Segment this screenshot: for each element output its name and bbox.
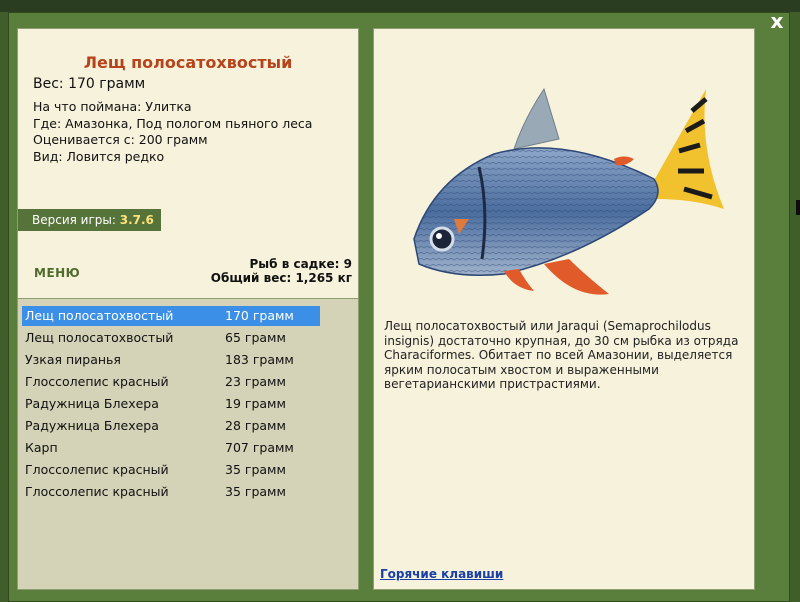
edge-marker xyxy=(796,200,800,215)
fish-weight-value: 19 грамм xyxy=(225,396,286,411)
kind: Вид: Ловится редко xyxy=(33,148,165,164)
catch-list: Лещ полосатохвостый 170 грамм Лещ полосато… xyxy=(17,298,359,590)
list-item[interactable]: Глоссолепис красный 23 грамм xyxy=(22,372,320,392)
list-item[interactable]: Лещ полосатохвостый 65 грамм xyxy=(22,328,320,348)
cage-count: Рыб в садке: 9 xyxy=(249,257,353,271)
fish-illustration xyxy=(413,87,724,295)
fish-name: Глоссолепис красный xyxy=(25,484,169,499)
valued-from: Оценивается с: 200 грамм xyxy=(33,132,208,147)
fish-details-panel: Лещ полосатохвостый Вес: 170 грамм На чт… xyxy=(17,28,359,300)
fish-description: Лещ полосатохвостый или Jaraqui (Semapro… xyxy=(384,319,739,391)
caught-on: На что поймана: Улитка xyxy=(33,99,192,114)
list-item[interactable]: Глоссолепис красный 35 грамм xyxy=(22,460,320,480)
fish-name: Карп xyxy=(25,440,58,455)
list-item[interactable]: Карп 707 грамм xyxy=(22,438,320,458)
fish-image-panel: Лещ полосатохвостый или Jaraqui (Semapro… xyxy=(373,28,755,590)
list-item[interactable]: Радужница Блехера 28 грамм xyxy=(22,416,320,436)
version-value: 3.7.6 xyxy=(119,213,154,227)
fish-title: Лещ полосатохвостый xyxy=(83,53,293,72)
fish-name: Радужница Блехера xyxy=(25,396,159,411)
fish-name: Лещ полосатохвостый xyxy=(25,330,174,345)
top-strip xyxy=(0,0,800,12)
fish-name: Узкая пиранья xyxy=(25,352,121,367)
fish-weight-value: 23 грамм xyxy=(225,374,286,389)
close-button[interactable]: x xyxy=(768,11,786,31)
cage-total-weight: Общий вес: 1,265 кг xyxy=(210,271,352,285)
fish-weight-value: 65 грамм xyxy=(225,330,286,345)
fish-name: Глоссолепис красный xyxy=(25,462,169,477)
version-bar: Версия игры: 3.7.6 xyxy=(18,209,161,231)
location: Где: Амазонка, Под пологом пьяного леса xyxy=(33,115,313,131)
fish-weight-value: 35 грамм xyxy=(225,462,286,477)
fish-weight: Вес: 170 грамм xyxy=(33,76,146,92)
fish-weight-value: 35 грамм xyxy=(225,484,286,499)
list-item[interactable]: Узкая пиранья 183 грамм xyxy=(22,350,320,370)
list-item[interactable]: Лещ полосатохвостый 170 грамм xyxy=(22,306,320,326)
hotkeys-link[interactable]: Горячие клавиши xyxy=(380,567,503,581)
version-label: Версия игры: xyxy=(32,213,116,227)
fish-weight-value: 183 грамм xyxy=(225,352,294,367)
cage-stats: Рыб в садке: 9 Общий вес: 1,265 кг xyxy=(211,257,352,285)
fish-weight-value: 170 грамм xyxy=(225,308,294,323)
fish-name: Радужница Блехера xyxy=(25,418,159,433)
menu-button[interactable]: МЕНЮ xyxy=(34,266,80,280)
fish-name: Лещ полосатохвостый xyxy=(25,308,174,323)
list-item[interactable]: Радужница Блехера 19 грамм xyxy=(22,394,320,414)
fish-meta: На что поймана: Улитка Где: Амазонка, По… xyxy=(33,99,312,165)
fish-weight-value: 28 грамм xyxy=(225,418,286,433)
list-item[interactable]: Глоссолепис красный 35 грамм xyxy=(22,482,320,502)
fish-name: Глоссолепис красный xyxy=(25,374,169,389)
fish-weight-value: 707 грамм xyxy=(225,440,294,455)
